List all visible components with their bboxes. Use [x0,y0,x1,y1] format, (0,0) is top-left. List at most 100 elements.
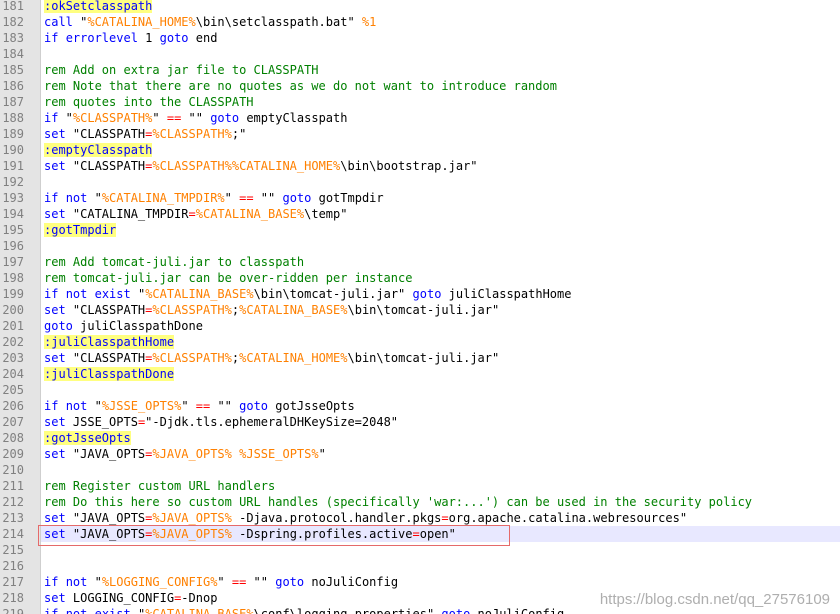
line-number: 202 [2,335,24,349]
variable-token: %CATALINA_TMPDIR% [101,191,225,205]
code-line[interactable]: 216 [0,558,840,574]
label-token: :juliClasspathDone [44,367,175,381]
line-number: 213 [2,511,24,525]
text-token: ;" [231,127,247,141]
code-line[interactable]: 193 if not "%CATALINA_TMPDIR%" == "" goto… [0,190,840,206]
code-line[interactable]: 189 set "CLASSPATH=%CLASSPATH%;" [0,126,840,142]
code-text: if not exist "%CATALINA_BASE%\conf\loggi… [44,606,564,614]
code-line[interactable]: 207 set JSSE_OPTS="-Djdk.tls.ephemeralDHK… [0,414,840,430]
code-text: set JSSE_OPTS="-Djdk.tls.ephemeralDHKeyS… [44,414,398,430]
variable-token: %CATALINA_BASE% [145,607,254,614]
line-number: 208 [2,431,24,445]
line-number: 215 [2,543,24,557]
code-text: if errorlevel 1 goto end [44,30,217,46]
code-line[interactable]: 188 if "%CLASSPATH%" == "" goto emptyClas… [0,110,840,126]
text-token: " [318,447,326,461]
line-number: 203 [2,351,24,365]
code-line[interactable]: 191 set "CLASSPATH=%CLASSPATH%%CATALINA_H… [0,158,840,174]
keyword-token: goto [44,319,73,333]
code-line[interactable]: 200 set "CLASSPATH=%CLASSPATH%;%CATALINA_… [0,302,840,318]
code-line[interactable]: 209 set "JAVA_OPTS=%JAVA_OPTS% %JSSE_OPTS… [0,446,840,462]
code-text: set "CATALINA_TMPDIR=%CATALINA_BASE%\tem… [44,206,347,222]
code-line[interactable]: 196 [0,238,840,254]
code-text: rem Note that there are no quotes as we … [44,78,557,94]
keyword-token: set [44,127,66,141]
line-number: 185 [2,63,24,77]
keyword-token: set [44,415,66,429]
code-line[interactable]: 202:juliClasspathHome [0,334,840,350]
keyword-token: not [65,575,88,589]
keyword-token: if [44,191,59,205]
operator-token: == [195,399,211,413]
code-text: rem quotes into the CLASSPATH [44,94,254,110]
code-line[interactable]: 185 rem Add on extra jar file to CLASSPAT… [0,62,840,78]
text-token: " [87,191,102,205]
line-number: 189 [2,127,24,141]
code-line[interactable]: 203 set "CLASSPATH=%CLASSPATH%;%CATALINA_… [0,350,840,366]
text-token: " [224,191,240,205]
code-line[interactable]: 204 :juliClasspathDone [0,366,840,382]
code-line[interactable]: 198 rem tomcat-juli.jar can be over-ridde… [0,270,840,286]
code-line[interactable]: 217 if not "%LOGGING_CONFIG%" == "" goto … [0,574,840,590]
text-token: \bin\tomcat-juli.jar" [347,351,500,365]
code-text: set "CLASSPATH=%CLASSPATH%;" [44,126,246,142]
text-token: gotJsseOpts [268,399,355,413]
code-line[interactable]: 192 [0,174,840,190]
text-token: "" [181,111,211,125]
code-line[interactable]: 194 set "CATALINA_TMPDIR=%CATALINA_BASE%\… [0,206,840,222]
code-line[interactable]: 186 rem Note that there are no quotes as … [0,78,840,94]
comment-token: rem Add tomcat-juli.jar to classpath [44,255,305,269]
code-line[interactable]: 212 rem Do this here so custom URL handle… [0,494,840,510]
keyword-token: not [65,287,88,301]
variable-token: %CATALINA_BASE% [195,207,305,221]
code-line[interactable]: 182 call "%CATALINA_HOME%\bin\setclasspat… [0,14,840,30]
text-token: -Dnop [181,591,218,605]
code-line[interactable]: 208:gotJsseOpts [0,430,840,446]
keyword-token: if [44,607,59,614]
code-text: rem Register custom URL handlers [44,478,275,494]
line-number: 184 [2,47,24,61]
line-number: 188 [2,111,24,125]
line-number: 201 [2,319,24,333]
code-line[interactable]: 184 [0,46,840,62]
variable-token: %JSSE_OPTS% [101,399,182,413]
variable-token: %JSSE_OPTS% [239,447,319,461]
code-line[interactable]: 181:okSetclasspath [0,0,840,14]
code-line[interactable]: 187 rem quotes into the CLASSPATH [0,94,840,110]
code-line[interactable]: 211 rem Register custom URL handlers [0,478,840,494]
variable-token: %CLASSPATH% [152,303,232,317]
keyword-token: not [65,607,88,614]
variable-token: %CLASSPATH%%CATALINA_HOME% [152,159,341,173]
code-line[interactable]: 199 if not exist "%CATALINA_BASE%\bin\tom… [0,286,840,302]
keyword-token: not [65,399,88,413]
line-number: 210 [2,463,24,477]
label-token: :emptyClasspath [44,143,153,157]
text-token: "CLASSPATH [65,159,146,173]
code-line[interactable]: 205 [0,382,840,398]
highlight-annotation-box [38,525,510,546]
text-token: noJuliConfig [470,607,565,614]
text-token: "" [253,191,283,205]
code-line[interactable]: 206 if not "%JSSE_OPTS%" == "" goto gotJs… [0,398,840,414]
code-text: rem Do this here so custom URL handles (… [44,494,752,510]
text-token: gotTmpdir [311,191,384,205]
keyword-token: errorlevel [65,31,138,45]
text-token: org.apache.catalina.webresources" [448,511,688,525]
code-editor[interactable]: 181:okSetclasspath 182 call "%CATALINA_HOM… [0,0,840,614]
line-number: 211 [2,479,24,493]
comment-token: rem Note that there are no quotes as we … [44,79,557,93]
keyword-token: goto [239,399,269,413]
line-number: 204 [2,367,24,381]
code-text: if not "%LOGGING_CONFIG%" == "" goto noJ… [44,574,398,590]
code-line[interactable]: 213 set "JAVA_OPTS = %JAVA_OPTS% -Djava.pro… [0,510,840,526]
code-line[interactable]: 197 rem Add tomcat-juli.jar to classpath [0,254,840,270]
line-number: 217 [2,575,24,589]
code-line[interactable]: 190:emptyClasspath [0,142,840,158]
code-line[interactable]: 201 goto juliClasspathDone [0,318,840,334]
code-line[interactable]: 210 [0,462,840,478]
code-line[interactable]: 195:gotTmpdir [0,222,840,238]
keyword-token: set [44,351,66,365]
code-line[interactable]: 183 if errorlevel 1 goto end [0,30,840,46]
